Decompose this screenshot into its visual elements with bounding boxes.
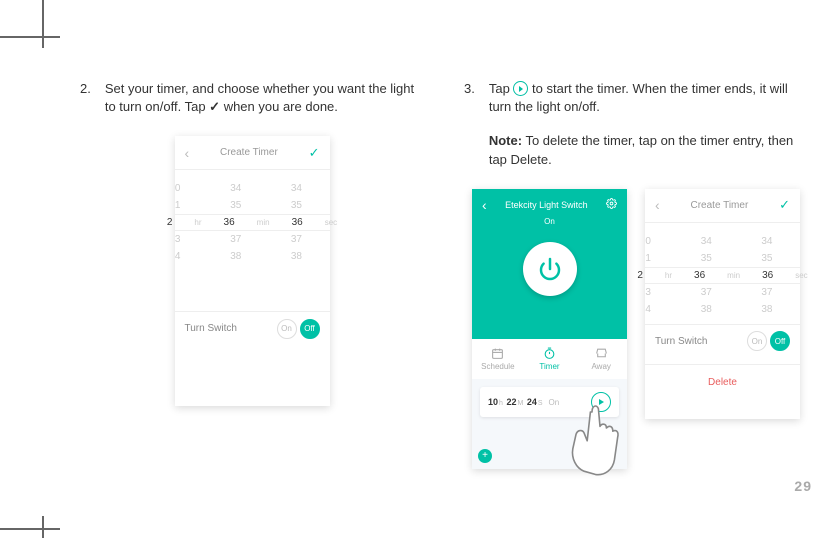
phone-header: ‹ Create Timer ✓ <box>645 189 800 223</box>
toggle-on[interactable]: On <box>277 319 297 339</box>
turn-switch-label: Turn Switch <box>185 323 237 334</box>
tab-away[interactable]: Away <box>575 339 627 379</box>
power-button[interactable] <box>523 242 577 296</box>
phone-create-timer: ‹ Create Timer ✓ 03434 13535 2hr36min36s… <box>175 136 330 406</box>
step-number: 2. <box>80 80 91 116</box>
step-text: Tap to start the timer. When the timer e… <box>489 80 808 169</box>
step-2: 2. Set your timer, and choose whether yo… <box>80 80 424 116</box>
turn-switch-row: Turn Switch On Off <box>645 324 800 358</box>
timer-entry[interactable]: 10h 22M 24S On <box>480 387 619 417</box>
back-icon[interactable]: ‹ <box>655 197 660 213</box>
page-number: 29 <box>794 478 812 494</box>
phone-title: Create Timer <box>690 200 748 211</box>
confirm-icon[interactable]: ✓ <box>779 197 790 213</box>
device-status: On <box>472 217 627 226</box>
bottom-tabs: Schedule Timer Away <box>472 339 627 379</box>
turn-switch-label: Turn Switch <box>655 336 707 347</box>
step-number: 3. <box>464 80 475 169</box>
back-icon[interactable]: ‹ <box>482 197 487 213</box>
gear-icon[interactable] <box>606 198 617 211</box>
phone-create-timer-delete: ‹ Create Timer ✓ 03434 13535 2hr36min36s… <box>645 189 800 419</box>
play-icon <box>513 81 528 96</box>
phone-header: ‹ Create Timer ✓ <box>175 136 330 170</box>
add-button[interactable]: + <box>478 449 492 463</box>
phone-device: ‹ Etekcity Light Switch On Schedule <box>472 189 627 469</box>
tab-timer[interactable]: Timer <box>524 339 576 379</box>
toggle-off[interactable]: Off <box>770 331 790 351</box>
phone-title: Create Timer <box>220 147 278 158</box>
toggle-off[interactable]: Off <box>300 319 320 339</box>
step-3: 3. Tap to start the timer. When the time… <box>464 80 808 169</box>
tab-schedule[interactable]: Schedule <box>472 339 524 379</box>
toggle-on[interactable]: On <box>747 331 767 351</box>
turn-switch-row: Turn Switch On Off <box>175 311 330 345</box>
note: Note: To delete the timer, tap on the ti… <box>489 132 808 168</box>
time-picker[interactable]: 03434 13535 2hr36min36sec 33737 43838 <box>645 223 800 324</box>
device-title: Etekcity Light Switch <box>505 200 588 210</box>
play-button[interactable] <box>591 392 611 412</box>
confirm-icon[interactable]: ✓ <box>309 145 320 161</box>
back-icon[interactable]: ‹ <box>185 145 190 161</box>
time-picker[interactable]: 03434 13535 2hr36min36sec 33737 43838 <box>175 170 330 271</box>
delete-button[interactable]: Delete <box>645 364 800 400</box>
step-text: Set your timer, and choose whether you w… <box>105 80 424 116</box>
